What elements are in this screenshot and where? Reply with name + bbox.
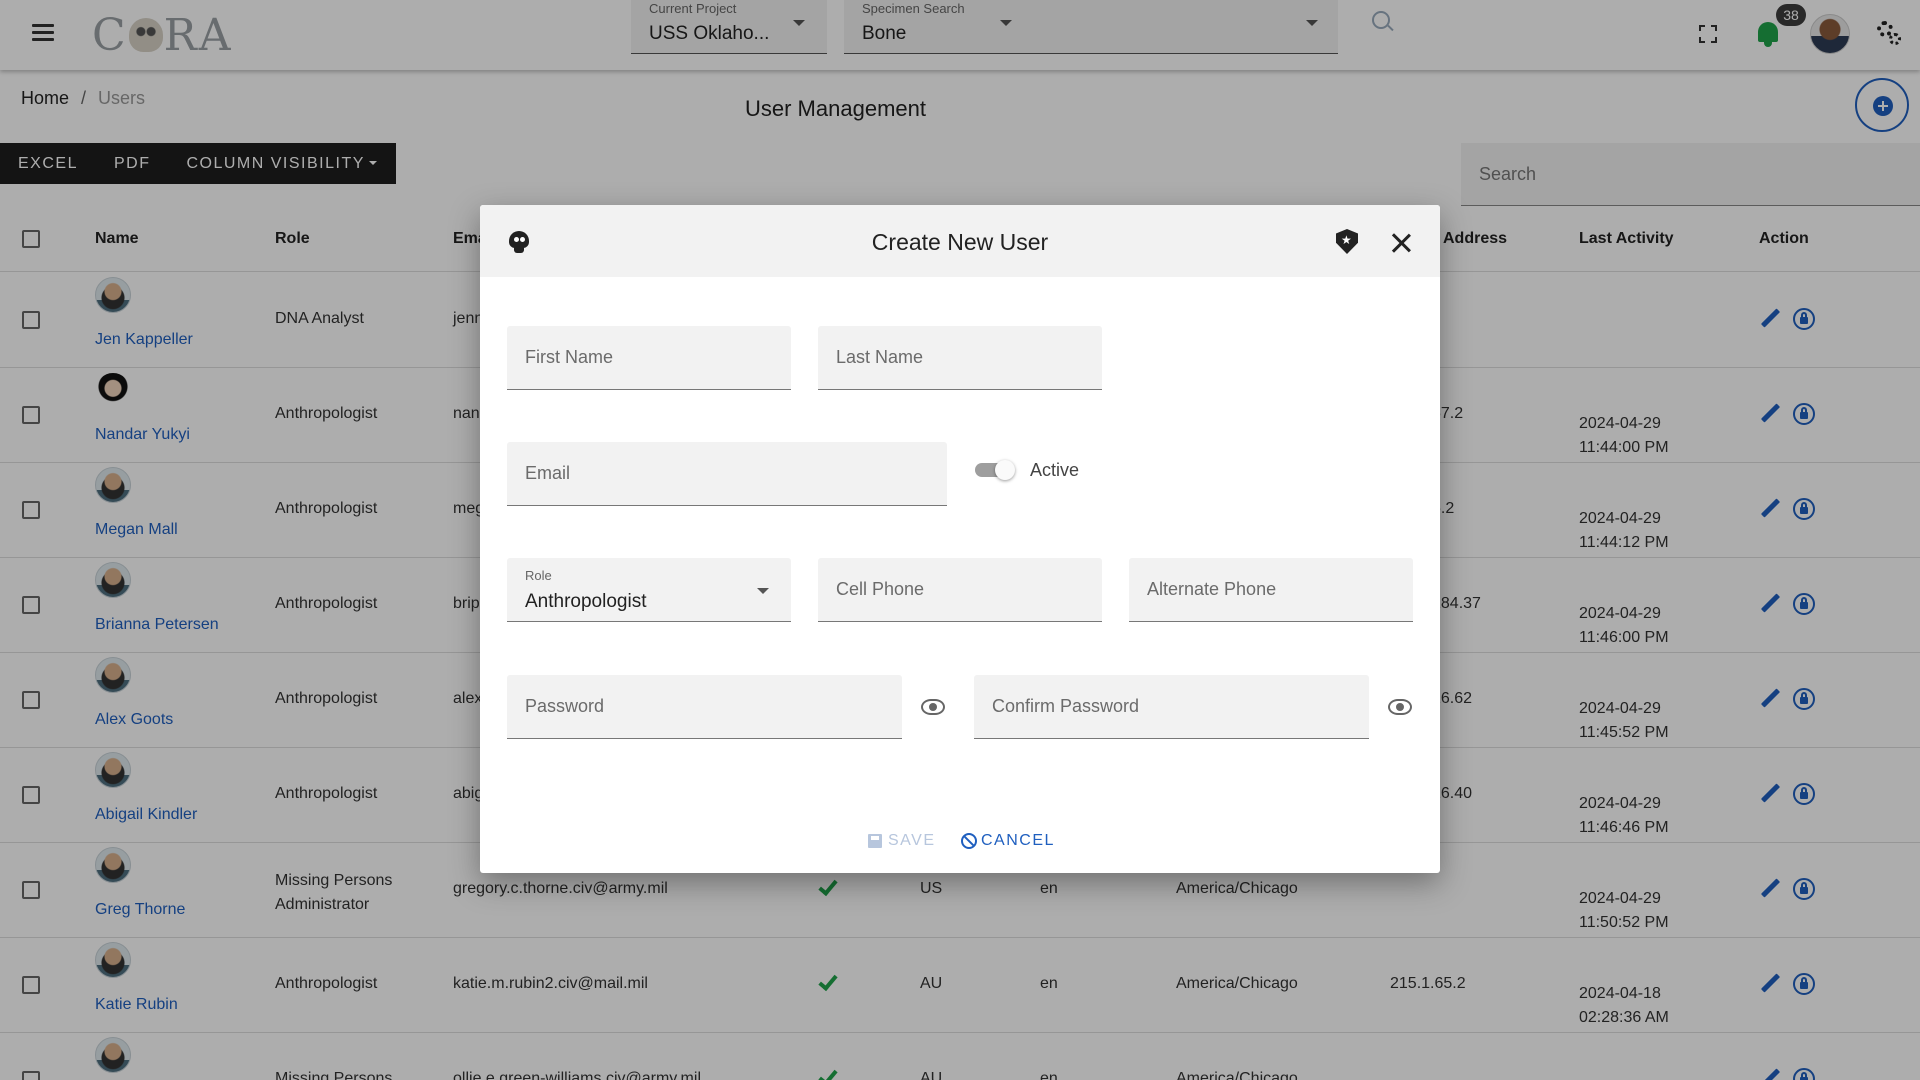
create-user-dialog: Create New User Active Role Anthropologi… — [480, 205, 1440, 873]
confirm-password-input[interactable] — [974, 675, 1369, 738]
password-input[interactable] — [507, 675, 902, 738]
chevron-down-icon — [757, 588, 769, 594]
password-field[interactable] — [507, 675, 902, 739]
close-icon[interactable] — [1391, 233, 1411, 253]
confirm-password-field[interactable] — [974, 675, 1369, 739]
eye-icon[interactable] — [1388, 699, 1412, 715]
last-name-input[interactable] — [818, 326, 1102, 389]
email-input[interactable] — [507, 442, 947, 505]
cell-phone-input[interactable] — [818, 558, 1102, 621]
cancel-icon — [961, 833, 977, 849]
email-field[interactable] — [507, 442, 947, 506]
alternate-phone-input[interactable] — [1129, 558, 1413, 621]
alternate-phone-field[interactable] — [1129, 558, 1413, 622]
cell-phone-field[interactable] — [818, 558, 1102, 622]
dialog-header: Create New User — [480, 205, 1440, 277]
eye-icon[interactable] — [921, 699, 945, 715]
save-label: SAVE — [888, 832, 936, 849]
save-button[interactable]: SAVE — [868, 832, 936, 850]
cancel-label: CANCEL — [981, 832, 1055, 849]
dialog-title: Create New User — [871, 229, 1049, 255]
cancel-button[interactable]: CANCEL — [961, 832, 1055, 850]
last-name-field[interactable] — [818, 326, 1102, 390]
role-select[interactable]: Role Anthropologist — [507, 558, 791, 622]
first-name-field[interactable] — [507, 326, 791, 390]
role-value: Anthropologist — [525, 591, 647, 612]
active-label: Active — [1030, 460, 1080, 480]
save-icon — [868, 834, 882, 848]
role-label: Role — [525, 568, 552, 583]
active-toggle[interactable] — [975, 460, 1015, 480]
first-name-input[interactable] — [507, 326, 791, 389]
